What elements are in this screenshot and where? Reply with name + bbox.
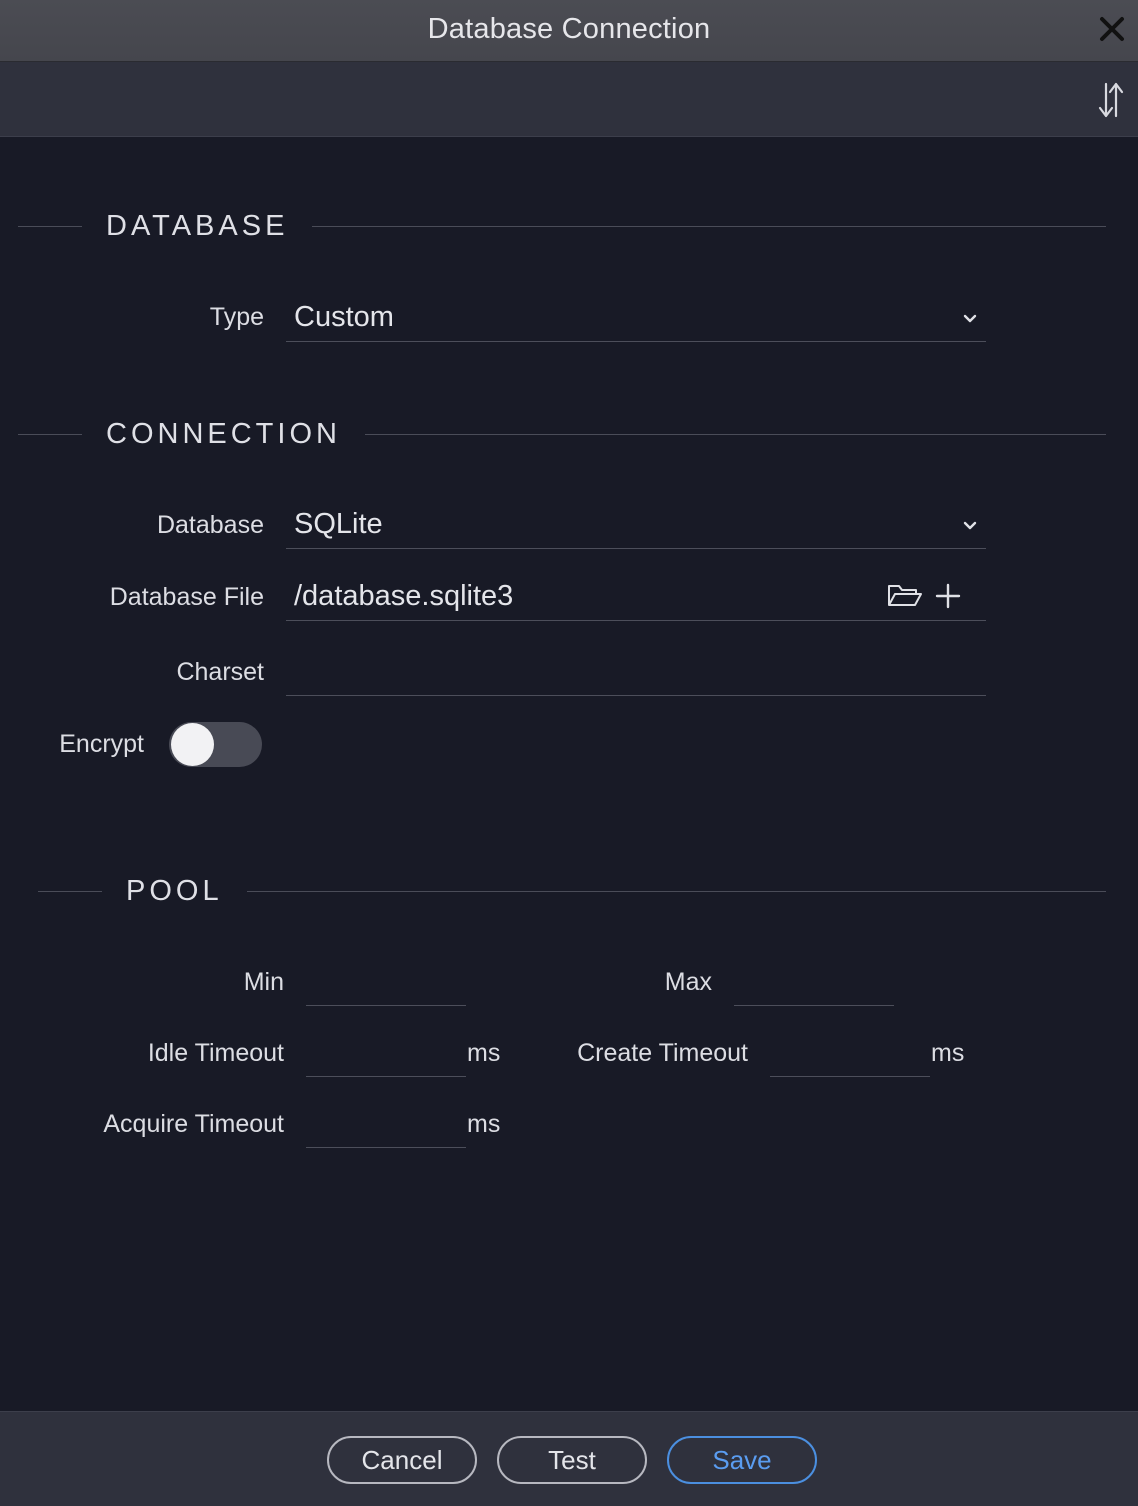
min-field[interactable]: [306, 964, 466, 1006]
close-icon: [1100, 17, 1124, 41]
database-select[interactable]: SQLite: [286, 507, 986, 549]
chevron-down-icon: [963, 521, 977, 530]
min-label: Min: [243, 968, 284, 996]
type-label: Type: [209, 303, 264, 331]
dialog-window: Database Connection DATABASE Type Custom…: [0, 0, 1138, 1506]
section-title-database: DATABASE: [106, 210, 289, 242]
acquire-timeout-unit: ms: [467, 1110, 501, 1138]
type-select[interactable]: Custom: [286, 300, 986, 342]
divider: [312, 226, 1106, 227]
idle-timeout-input[interactable]: [306, 1035, 466, 1076]
max-field[interactable]: [734, 964, 894, 1006]
footer-bar: Cancel Test Save: [0, 1411, 1138, 1506]
chevron-down-icon: [963, 314, 977, 323]
window-title: Database Connection: [427, 13, 711, 45]
toolbar: [0, 62, 1138, 137]
test-button[interactable]: Test: [497, 1436, 647, 1484]
database-select-value: SQLite: [294, 508, 383, 540]
section-title-connection: CONNECTION: [106, 418, 341, 450]
acquire-timeout-input[interactable]: [306, 1106, 466, 1147]
max-label: Max: [664, 968, 712, 996]
encrypt-toggle[interactable]: [169, 722, 262, 767]
create-timeout-label: Create Timeout: [577, 1039, 748, 1067]
idle-timeout-field[interactable]: [306, 1035, 466, 1077]
sort-icon: [1098, 82, 1124, 118]
plus-icon[interactable]: [934, 581, 962, 611]
divider: [246, 891, 1106, 892]
divider: [18, 226, 82, 227]
divider: [38, 891, 102, 892]
database-file-value: /database.sqlite3: [294, 580, 514, 612]
encrypt-label: Encrypt: [59, 730, 144, 758]
close-button[interactable]: [1098, 14, 1126, 44]
charset-input[interactable]: [286, 654, 986, 695]
cancel-button[interactable]: Cancel: [327, 1436, 477, 1484]
acquire-timeout-field[interactable]: [306, 1106, 466, 1148]
min-input[interactable]: [306, 964, 466, 1005]
charset-field[interactable]: [286, 654, 986, 696]
create-timeout-unit: ms: [931, 1039, 965, 1067]
type-select-value: Custom: [294, 301, 394, 333]
folder-open-icon[interactable]: [886, 581, 924, 611]
save-button[interactable]: Save: [667, 1436, 817, 1484]
section-database: DATABASE: [18, 210, 1106, 243]
section-pool: POOL: [38, 875, 1106, 908]
section-title-pool: POOL: [126, 875, 223, 907]
acquire-timeout-label: Acquire Timeout: [103, 1110, 284, 1138]
divider: [18, 434, 82, 435]
idle-timeout-unit: ms: [467, 1039, 501, 1067]
max-input[interactable]: [734, 964, 894, 1005]
database-file-label: Database File: [109, 583, 264, 611]
sort-button[interactable]: [1096, 80, 1126, 120]
charset-label: Charset: [176, 658, 264, 686]
database-file-field[interactable]: /database.sqlite3: [286, 579, 986, 621]
idle-timeout-label: Idle Timeout: [147, 1039, 284, 1067]
create-timeout-field[interactable]: [770, 1035, 930, 1077]
divider: [364, 434, 1106, 435]
section-connection: CONNECTION: [18, 418, 1106, 451]
database-label: Database: [156, 511, 264, 539]
toggle-knob: [171, 723, 214, 766]
title-bar: Database Connection: [0, 0, 1138, 62]
create-timeout-input[interactable]: [770, 1035, 930, 1076]
